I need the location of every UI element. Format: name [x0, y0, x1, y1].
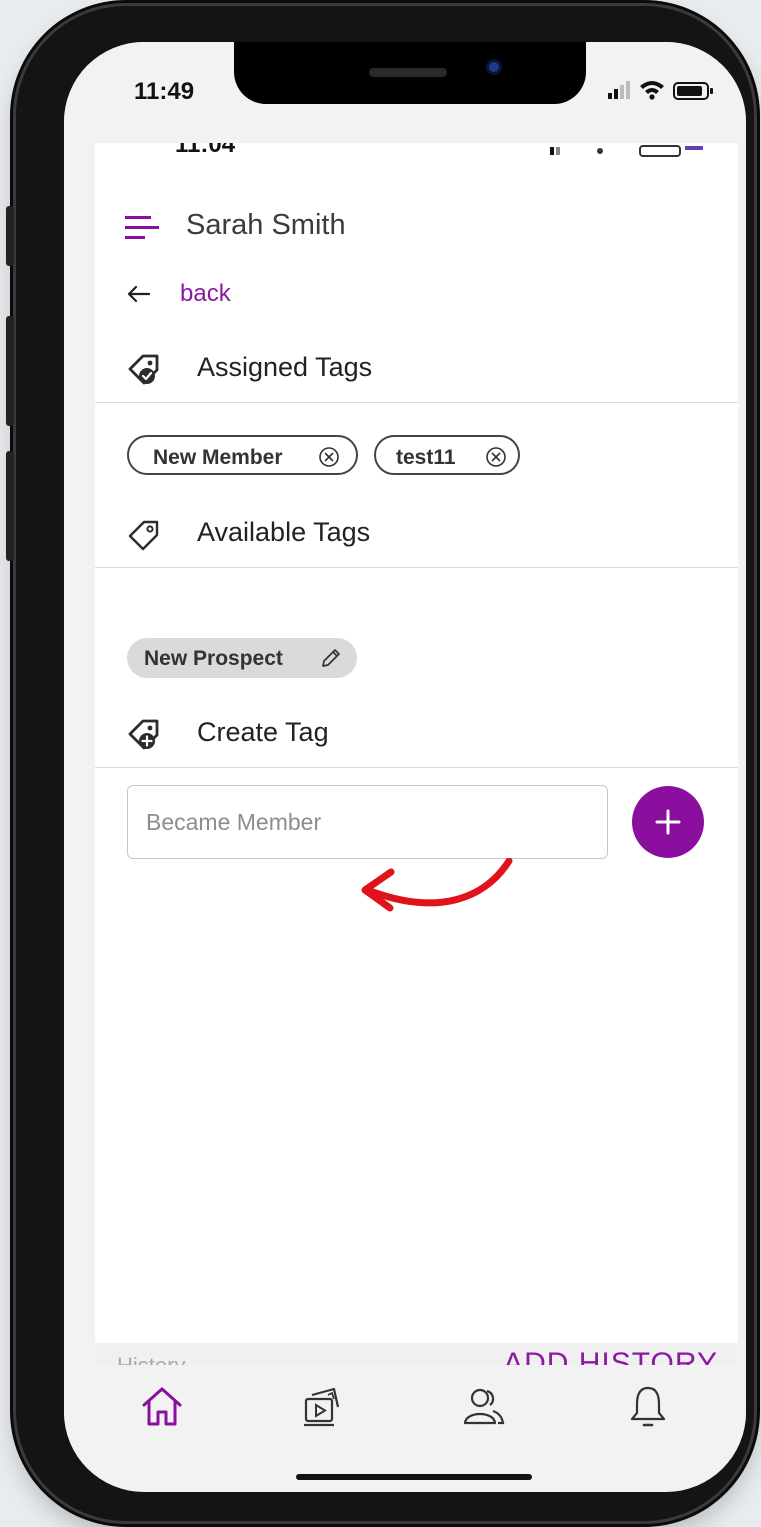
background-status-bar: 11:04 — [95, 143, 738, 161]
home-icon[interactable] — [138, 1383, 186, 1431]
status-icons — [608, 81, 713, 100]
status-bar: 11:49 — [64, 42, 746, 142]
tag-add-icon — [128, 719, 159, 750]
phone-frame: 11:49 11:04 Sarah Smith back Assigned Ta… — [6, 6, 754, 1521]
tag-label: test11 — [396, 446, 456, 469]
assigned-tags-title: Assigned Tags — [197, 352, 373, 382]
create-tag-header: Create Tag — [95, 703, 738, 768]
home-indicator — [296, 1474, 532, 1480]
back-label: back — [180, 280, 231, 307]
background-history-strip: History ADD HISTORY — [95, 1343, 738, 1365]
history-label: History — [117, 1353, 185, 1365]
volume-down-button — [6, 451, 14, 561]
add-history-label: ADD HISTORY — [503, 1347, 718, 1365]
battery-icon — [673, 82, 713, 100]
speaker-grille — [369, 68, 447, 77]
app-header: Sarah Smith — [95, 198, 738, 254]
menu-icon[interactable] — [125, 216, 159, 240]
create-tag-title: Create Tag — [197, 717, 329, 747]
status-time: 11:49 — [134, 78, 195, 105]
create-tag-input[interactable] — [127, 785, 608, 859]
people-icon[interactable] — [460, 1383, 508, 1431]
available-tags-header: Available Tags — [95, 503, 738, 568]
assigned-tags-header: Assigned Tags — [95, 338, 738, 403]
tag-label: New Member — [153, 446, 283, 469]
phone-screen: 11:49 11:04 Sarah Smith back Assigned Ta… — [64, 42, 746, 1492]
available-tags-title: Available Tags — [197, 517, 371, 547]
mute-switch — [6, 206, 14, 266]
pencil-icon[interactable] — [320, 647, 342, 669]
assigned-tag-chip: test11 — [374, 435, 520, 475]
notch — [234, 42, 586, 104]
media-icon[interactable] — [298, 1383, 346, 1431]
available-tag-chip[interactable]: New Prospect — [127, 638, 357, 678]
tag-check-icon — [128, 354, 159, 385]
tab-bar — [64, 1365, 746, 1460]
background-status-time: 11:04 — [175, 143, 236, 158]
remove-circle-icon[interactable] — [485, 446, 507, 468]
tag-label: New Prospect — [144, 647, 283, 670]
bell-icon[interactable] — [624, 1383, 672, 1431]
remove-circle-icon[interactable] — [318, 446, 340, 468]
background-status-icons — [550, 145, 703, 157]
arrow-left-icon — [127, 285, 150, 303]
app-screen: 11:04 Sarah Smith back Assigned Tags New… — [95, 143, 738, 1343]
front-camera — [489, 62, 499, 72]
assigned-tag-chip: New Member — [127, 435, 358, 475]
annotation-arrow — [361, 858, 513, 912]
tag-outline-icon — [128, 520, 159, 551]
page-title: Sarah Smith — [186, 209, 346, 241]
add-tag-button[interactable] — [632, 786, 704, 858]
plus-icon — [655, 809, 681, 835]
signal-icon — [608, 81, 630, 99]
volume-up-button — [6, 316, 14, 426]
wifi-icon — [640, 81, 664, 100]
